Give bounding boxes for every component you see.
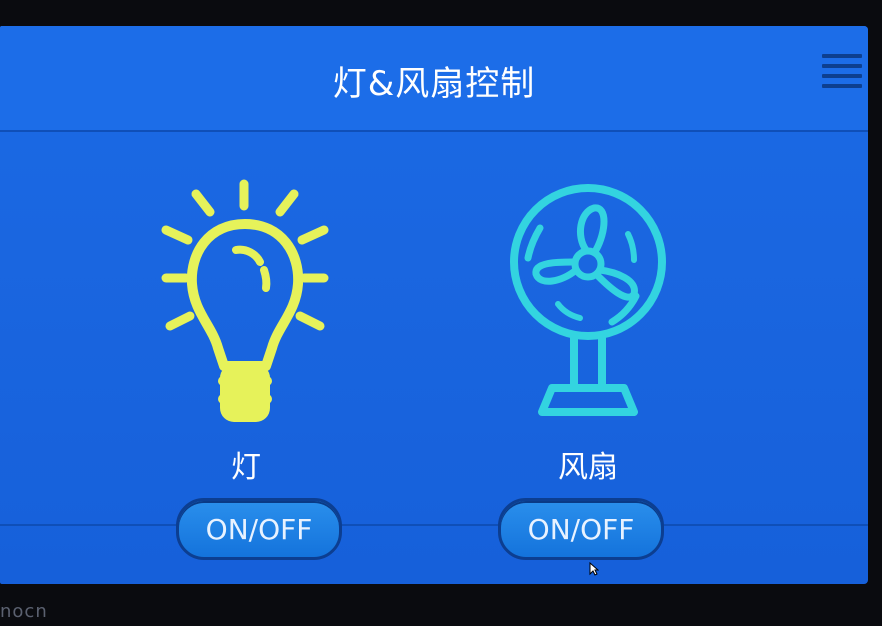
light-panel: 灯 [146,176,346,486]
title-bar: 灯&风扇控制 [0,26,868,132]
footer-divider [0,524,868,526]
page-title: 灯&风扇控制 [332,64,536,104]
lightbulb-icon [161,179,329,422]
brand-logo: nocn [0,601,48,622]
hmi-screen: 灯&风扇控制 灯 风扇 ON/OFF ON/OFF [0,26,868,584]
fan-label: 风扇 [558,450,618,485]
fan-toggle-button[interactable]: ON/OFF [498,498,664,560]
mouse-cursor-icon [589,562,599,576]
fan-panel: 风扇 [488,176,688,486]
fan-icon [510,184,666,416]
monitor-bezel: 灯&风扇控制 灯 风扇 ON/OFF ON/OFF nocn [0,0,882,626]
light-toggle-button[interactable]: ON/OFF [176,498,342,560]
menu-icon[interactable] [822,54,862,94]
light-label: 灯 [231,450,261,485]
